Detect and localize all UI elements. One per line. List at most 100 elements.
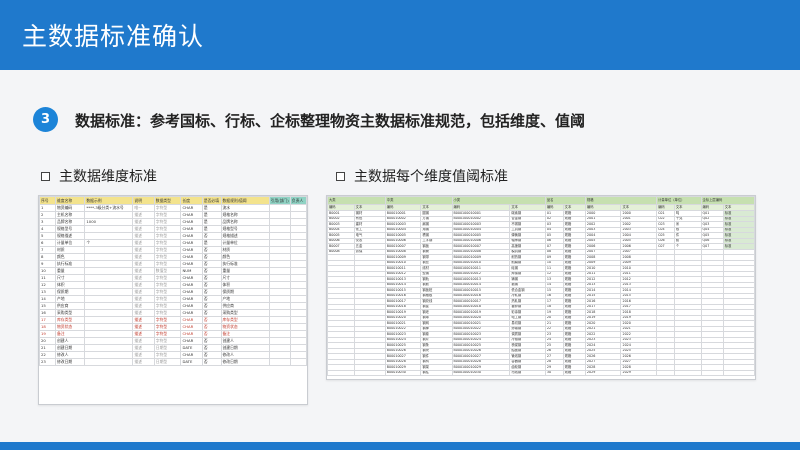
table-cell: 体积 bbox=[220, 281, 270, 289]
table-cell bbox=[84, 309, 134, 317]
table-cell bbox=[268, 253, 291, 261]
table-cell: 个 bbox=[84, 239, 134, 247]
group-header: 企标上层编码 bbox=[700, 196, 755, 205]
table-cell bbox=[268, 302, 291, 310]
table-cell: 字符型 bbox=[153, 274, 182, 282]
table-row: 13 保质期 描述 字符型 CHAR 否保质期 bbox=[39, 288, 307, 296]
table-cell: 颜色 bbox=[55, 253, 86, 261]
table-cell: 品牌名称 bbox=[55, 218, 86, 226]
table-cell: CHAR bbox=[180, 218, 203, 226]
column-header: 负责人 bbox=[289, 196, 307, 205]
table-cell: 否 bbox=[201, 288, 222, 296]
table-cell bbox=[289, 358, 307, 366]
table-row: 18 物资状态 描述 字符型 CHAR 否物资状态 bbox=[39, 323, 307, 331]
table-cell bbox=[84, 211, 134, 219]
table-cell bbox=[84, 323, 134, 331]
table-row: 5 规格描述 描述 字符型 CHAR 否规格描述 bbox=[39, 232, 307, 240]
table-cell: 描述 bbox=[132, 309, 155, 317]
group-header: 规格 bbox=[584, 196, 658, 205]
table-cell: CHAR bbox=[180, 239, 203, 247]
table-cell bbox=[700, 369, 724, 376]
table-row: 21 创建日期 描述 日期型 DATE 否创建日期 bbox=[39, 344, 307, 352]
table-cell: CHAR bbox=[180, 281, 203, 289]
table-cell: 规格描述 bbox=[220, 232, 270, 240]
table-cell: 描述 bbox=[132, 211, 155, 219]
table-cell bbox=[84, 281, 134, 289]
table-cell: 描述 bbox=[132, 253, 155, 261]
table-cell: 否 bbox=[201, 358, 222, 366]
table-cell: 描述 bbox=[132, 246, 155, 254]
footer-band bbox=[0, 442, 800, 450]
table-cell: 字符型 bbox=[153, 260, 182, 268]
table-cell: 产地 bbox=[220, 295, 270, 303]
table-cell bbox=[84, 302, 134, 310]
table-cell bbox=[289, 281, 307, 289]
table-cell bbox=[268, 295, 291, 303]
column-header: 序号 bbox=[39, 196, 57, 205]
table-cell bbox=[722, 369, 755, 376]
table-cell: 描述 bbox=[132, 316, 155, 324]
table-cell bbox=[289, 351, 307, 359]
table-cell: 创建日期 bbox=[220, 344, 270, 352]
table-cell: 修改人 bbox=[55, 351, 86, 359]
table-cell: 字符型 bbox=[153, 204, 182, 212]
table-cell: 22 bbox=[39, 351, 57, 359]
table-cell: 描述 bbox=[132, 344, 155, 352]
table-cell: CHAR bbox=[180, 295, 203, 303]
table-cell: 18 bbox=[39, 323, 57, 331]
table-cell: 创建人 bbox=[220, 337, 270, 345]
section-title-right: 主数据每个维度值阈标准 bbox=[336, 166, 508, 186]
table-cell bbox=[268, 288, 291, 296]
table-row: 19 备注 描述 字符型 CHAR 否备注 bbox=[39, 330, 307, 338]
table-cell: 保质期 bbox=[55, 288, 86, 296]
table-cell: 修改日期 bbox=[55, 358, 86, 366]
table-cell: NUM bbox=[180, 267, 203, 275]
value-domain-group-header: 大类 中类 小类 品名 规格 计量单位（单位） 企标上层编码 bbox=[327, 196, 755, 205]
headline: 数据标准：参考国标、行标、企标整理物资主数据标准规范，包括维度、值阈 bbox=[75, 112, 586, 130]
table-cell: 保质期 bbox=[220, 288, 270, 296]
table-cell: 日期型 bbox=[153, 344, 182, 352]
table-row: 2 主机名称 描述 字符型 CHAR 是规格名称 bbox=[39, 211, 307, 219]
column-header: 引用(部门) bbox=[268, 196, 291, 205]
table-row: B00010030 钢柱 B000100010030 帘线钢 30 规格 2029 2029 bbox=[327, 369, 755, 376]
table-cell: 字符型 bbox=[153, 288, 182, 296]
table-cell: 计量单位 bbox=[220, 239, 270, 247]
table-cell: CHAR bbox=[180, 274, 203, 282]
table-cell: CHAR bbox=[180, 232, 203, 240]
page-title: 主数据标准确认 bbox=[22, 22, 205, 51]
table-cell bbox=[268, 351, 291, 359]
table-cell bbox=[268, 358, 291, 366]
table-cell: B00010030 bbox=[384, 369, 422, 376]
table-cell: 是 bbox=[201, 239, 222, 247]
table-cell: 体积 bbox=[55, 281, 86, 289]
table-cell: 是 bbox=[201, 225, 222, 233]
table-cell: 重量 bbox=[220, 267, 270, 275]
table-cell: 描述 bbox=[132, 225, 155, 233]
table-cell: 30 bbox=[544, 369, 564, 376]
table-cell: 描述 bbox=[132, 232, 155, 240]
table-cell: 23 bbox=[39, 358, 57, 366]
table-row: 22 修改人 描述 字符型 CHAR 否修改人 bbox=[39, 351, 307, 359]
table-cell: 20 bbox=[39, 337, 57, 345]
table-cell: CHAR bbox=[180, 351, 203, 359]
section-right-label: 主数据每个维度值阈标准 bbox=[354, 169, 508, 185]
table-cell: 钢柱 bbox=[420, 369, 453, 376]
value-domain-table-body: B0001 钢材 B00010001 圆钢 B000100010001 碳素钢 01 规格 20… bbox=[327, 210, 755, 376]
table-cell: 字符型 bbox=[153, 295, 182, 303]
dimension-table-header: 序号 维度名称 数据示例 说明 数据类型 长度 是否必填 数据规则/值阈 引用(部门) 负责人 bbox=[39, 196, 307, 205]
table-cell: 否 bbox=[201, 316, 222, 324]
table-cell bbox=[289, 302, 307, 310]
table-cell bbox=[289, 288, 307, 296]
table-cell: 否 bbox=[201, 281, 222, 289]
table-cell: B000100010030 bbox=[451, 369, 511, 376]
table-cell bbox=[289, 274, 307, 282]
table-cell: 尺寸 bbox=[220, 274, 270, 282]
table-cell: 描述 bbox=[132, 267, 155, 275]
column-header: 维度名称 bbox=[55, 196, 86, 205]
dimension-table: 序号 维度名称 数据示例 说明 数据类型 长度 是否必填 数据规则/值阈 引用(部门) 负责人 1… bbox=[39, 196, 307, 366]
table-cell: DATE bbox=[180, 358, 203, 366]
table-cell: CHAR bbox=[180, 246, 203, 254]
column-header: 数据类型 bbox=[153, 196, 182, 205]
dimension-table-body: 1 物资编码 ****-3级分类+流水号 唯一 字符型 CHAR 是流水 2 主机名称 描述 字符型… bbox=[39, 204, 307, 366]
column-header: 是否必填 bbox=[201, 196, 222, 205]
